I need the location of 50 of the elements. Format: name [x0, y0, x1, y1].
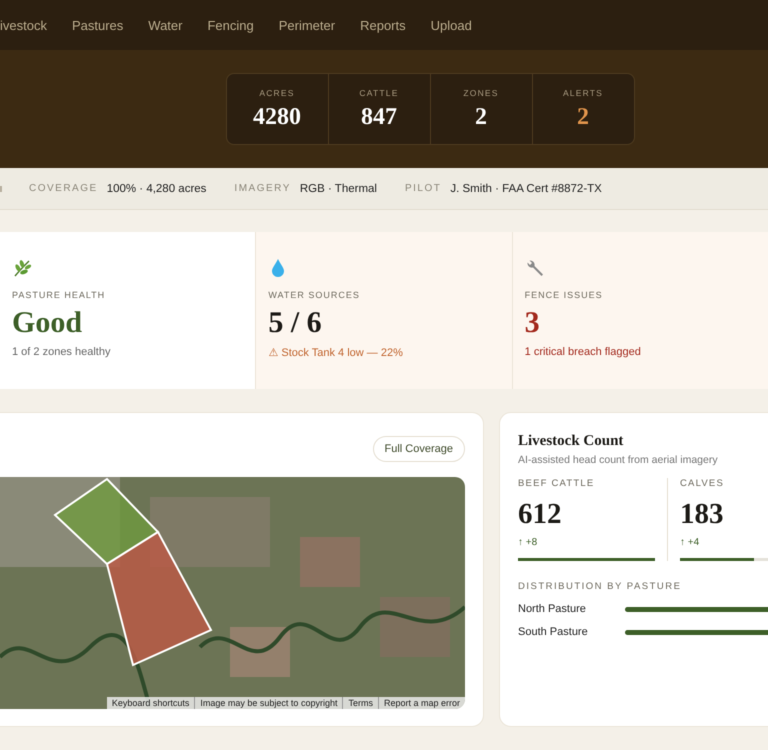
stat-label: ALERTS: [562, 88, 604, 98]
stat-value: 4280: [253, 104, 301, 130]
stat-label: CATTLE: [359, 88, 399, 98]
nav-link[interactable]: ivestock: [0, 18, 47, 32]
count-change: ↑ +4: [680, 537, 700, 548]
card-note: 1 of 2 zones healthy: [12, 346, 112, 358]
nav-link[interactable]: Upload: [430, 18, 472, 32]
stat-label: ACRES: [259, 88, 295, 98]
card-subtitle: AI-assisted head count from aerial imagery: [518, 454, 719, 466]
info-label: PILOT: [404, 183, 442, 194]
card-value: 3: [524, 306, 541, 340]
card-title: Livestock Count: [518, 433, 624, 450]
pasture-name: North Pasture: [518, 603, 587, 615]
count-value: 612: [518, 498, 562, 531]
full-coverage-button[interactable]: Full Coverage: [372, 436, 465, 462]
pasture-name: South Pasture: [518, 626, 589, 638]
nav-link[interactable]: Fencing: [207, 18, 254, 32]
count-value: 183: [680, 498, 724, 531]
map-attribution-link[interactable]: Image may be subject to copyright: [194, 697, 342, 709]
info-value: 100% · 4,280 acres: [106, 182, 206, 194]
count-change: ↑ +8: [518, 537, 538, 548]
stat-value: 2: [577, 104, 589, 130]
divider-mark: [0, 186, 2, 192]
card-label: FENCE ISSUES: [524, 290, 604, 300]
satellite-map[interactable]: Keyboard shortcuts Image may be subject to copyright Terms Report a map error: [0, 477, 465, 709]
map-attribution-link[interactable]: Keyboard shortcuts: [106, 697, 194, 709]
leaf-icon: [12, 258, 32, 278]
nav-link[interactable]: Reports: [360, 18, 406, 32]
nav-link[interactable]: Water: [148, 18, 182, 32]
card-value: Good: [12, 306, 84, 340]
map-attribution-link[interactable]: Terms: [342, 697, 378, 709]
map-attribution-link[interactable]: Report a map error: [378, 697, 465, 709]
nav-link[interactable]: Pastures: [72, 18, 124, 32]
info-label: COVERAGE: [29, 183, 98, 194]
card-note: ⚠ Stock Tank 4 low — 22%: [268, 346, 404, 359]
count-label: CALVES: [680, 478, 725, 489]
wrench-icon: [524, 258, 545, 278]
stat-value: 847: [361, 104, 397, 130]
stat-value: 2: [475, 104, 487, 130]
stat-label: ZONES: [463, 88, 499, 98]
info-label: IMAGERY: [234, 183, 291, 194]
nav-link[interactable]: Perimeter: [278, 18, 336, 32]
count-label: BEEF CATTLE: [518, 478, 596, 489]
info-value: J. Smith · FAA Cert #8872-TX: [450, 182, 602, 194]
section-heading: DISTRIBUTION BY PASTURE: [518, 581, 682, 592]
card-value: 5 / 6: [268, 306, 323, 340]
card-note: 1 critical breach flagged: [524, 346, 642, 358]
card-label: PASTURE HEALTH: [12, 290, 106, 300]
card-label: WATER SOURCES: [268, 290, 361, 300]
info-value: RGB · Thermal: [300, 182, 377, 194]
